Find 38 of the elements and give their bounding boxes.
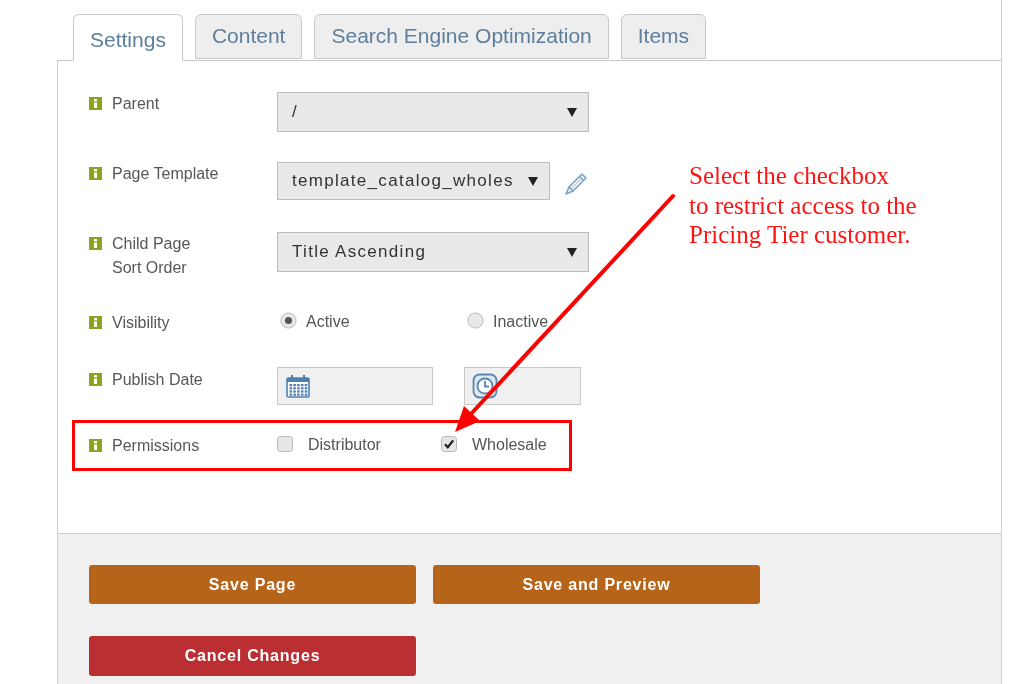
time-field[interactable] <box>464 367 581 405</box>
info-icon <box>89 237 102 250</box>
dropdown[interactable]: Title Ascending <box>277 232 589 272</box>
info-icon <box>89 316 102 329</box>
checkbox[interactable] <box>277 435 293 452</box>
action-button[interactable]: Save Page <box>89 565 416 604</box>
field-label: Page Template <box>112 164 219 184</box>
radio-label: Inactive <box>493 312 549 332</box>
clock-icon <box>472 373 498 399</box>
checkbox[interactable] <box>441 435 457 452</box>
checkbox-label: Wholesale <box>472 435 547 455</box>
calendar-icon <box>285 373 311 399</box>
tab[interactable]: Settings <box>73 14 183 61</box>
cancel-button[interactable]: Cancel Changes <box>89 636 416 676</box>
dropdown[interactable]: / <box>277 92 589 132</box>
radio-button[interactable] <box>280 311 297 329</box>
dropdown[interactable]: template_catalog_wholes <box>277 162 550 200</box>
caret-icon <box>567 247 577 257</box>
field-label: Child Page Sort Order <box>112 234 192 278</box>
info-icon <box>89 373 102 386</box>
checkbox-label: Distributor <box>308 435 381 455</box>
info-icon <box>89 97 102 110</box>
field-label: Parent <box>112 94 160 114</box>
info-icon <box>89 167 102 180</box>
info-icon <box>89 439 102 452</box>
field-label: Publish Date <box>112 370 203 390</box>
caret-icon <box>567 107 577 117</box>
tab[interactable]: Search Engine Optimization <box>314 14 609 59</box>
radio-label: Active <box>306 312 350 332</box>
tab[interactable]: Items <box>620 14 707 59</box>
action-button[interactable]: Save and Preview <box>433 565 760 604</box>
field-label: Visibility <box>112 313 170 333</box>
caret-icon <box>528 176 538 186</box>
date-field[interactable] <box>277 367 433 405</box>
field-label: Permissions <box>112 436 200 456</box>
tab[interactable]: Content <box>194 14 303 59</box>
radio-button[interactable] <box>467 311 484 329</box>
annotation-text: Select the checkbox to restrict access to the Pricing Tier customer. <box>689 161 917 250</box>
